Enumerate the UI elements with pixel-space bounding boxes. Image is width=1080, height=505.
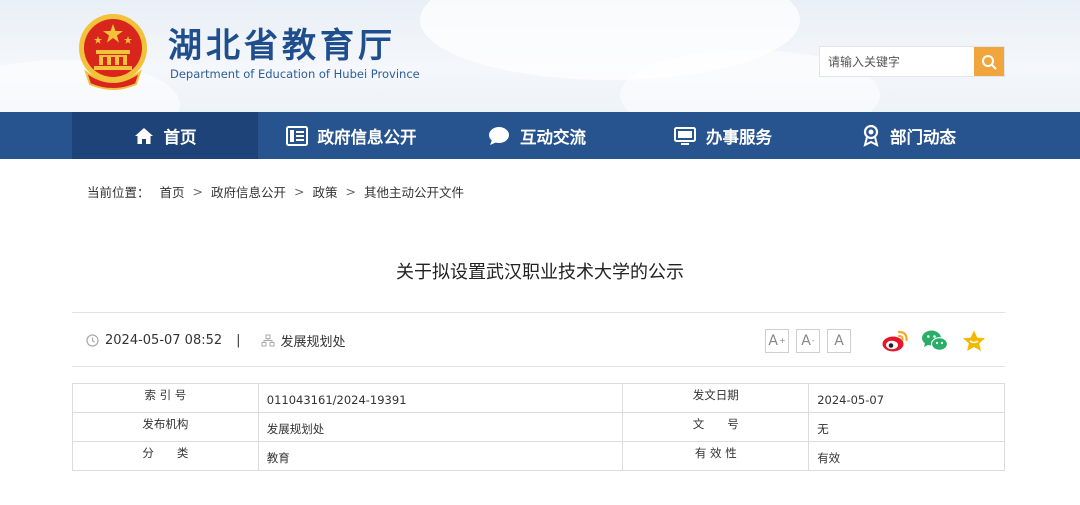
- document-info-table: 索 引 号 011043161/2024-19391 发文日期 2024-05-…: [72, 383, 1005, 471]
- font-size-increase-label: A: [768, 332, 778, 349]
- table-label: 分 类: [72, 441, 259, 471]
- breadcrumb-separator: >: [345, 184, 357, 199]
- nav-item-news[interactable]: 部门动态: [816, 112, 1002, 159]
- table-label: 发文日期: [622, 383, 810, 413]
- nav-item-interaction[interactable]: 互动交流: [444, 112, 630, 159]
- article-meta-bar: 2024-05-07 08:52 | 发展规划处 A + A- A: [72, 312, 1005, 367]
- breadcrumb-separator: >: [192, 184, 204, 199]
- chat-bubble-icon: [489, 126, 509, 145]
- breadcrumb-separator: >: [294, 184, 305, 199]
- breadcrumb: 当前位置： 首页 > 政府信息公开 > 政策 > 其他主动公开文件: [87, 182, 464, 201]
- table-value: 2024-05-07: [808, 383, 1005, 413]
- nav-item-home[interactable]: 首页: [72, 112, 258, 159]
- nav-item-label: 办事服务: [706, 127, 772, 147]
- table-row: 索 引 号 011043161/2024-19391 发文日期 2024-05-…: [72, 383, 1005, 413]
- breadcrumb-item-policy[interactable]: 政策: [313, 182, 338, 201]
- document-list-icon: [285, 125, 308, 146]
- font-size-decrease-label: A: [801, 332, 811, 349]
- table-value: 教育: [257, 441, 624, 471]
- table-value: 无: [808, 412, 1005, 442]
- publish-datetime: 2024-05-07 08:52: [105, 333, 223, 348]
- site-header: 湖北省教育厅 Department of Education of Hubei …: [0, 0, 1080, 112]
- monitor-icon: [674, 126, 696, 145]
- publish-department: 发展规划处: [280, 335, 346, 350]
- table-value: 011043161/2024-19391: [257, 383, 624, 413]
- table-row: 发布机构 发展规划处 文 号 无: [72, 412, 1005, 442]
- share-wechat-button[interactable]: [921, 329, 949, 353]
- table-row: 分 类 教育 有 效 性 有效: [72, 441, 1005, 471]
- nav-item-services[interactable]: 办事服务: [630, 112, 816, 159]
- search-box: [819, 46, 1005, 77]
- nav-item-label: 互动交流: [520, 127, 586, 147]
- share-weibo-button[interactable]: [881, 329, 909, 353]
- table-value: 有效: [808, 441, 1005, 471]
- breadcrumb-item-other-files[interactable]: 其他主动公开文件: [364, 182, 464, 201]
- search-button[interactable]: [974, 47, 1004, 76]
- wechat-icon: [922, 330, 949, 351]
- national-emblem-logo[interactable]: [76, 12, 150, 92]
- weibo-icon: [882, 330, 908, 351]
- font-size-decrease-sign: -: [811, 336, 815, 345]
- font-size-default-button[interactable]: A: [827, 328, 851, 353]
- nav-item-gov-info[interactable]: 政府信息公开: [258, 112, 444, 159]
- main-nav: 首页 政府信息公开 互动交流 办事服务 部门动态: [0, 112, 1080, 159]
- table-label: 发布机构: [72, 412, 259, 442]
- font-size-increase-sign: +: [778, 336, 786, 345]
- org-structure-icon: [261, 334, 275, 347]
- favorite-star-icon: [963, 330, 985, 351]
- home-icon: [134, 127, 153, 144]
- meta-divider: |: [236, 333, 241, 348]
- clock-icon: [86, 334, 99, 347]
- nav-item-label: 首页: [163, 127, 197, 147]
- table-label: 有 效 性: [622, 441, 810, 471]
- table-value: 发展规划处: [257, 412, 624, 442]
- breadcrumb-item-home[interactable]: 首页: [160, 182, 185, 201]
- breadcrumb-prefix: 当前位置：: [87, 185, 150, 200]
- font-size-decrease-button[interactable]: A-: [796, 328, 820, 353]
- site-title: 湖北省教育厅: [168, 26, 396, 66]
- search-input[interactable]: [820, 47, 974, 76]
- font-size-increase-button[interactable]: A +: [765, 328, 789, 353]
- breadcrumb-item-gov-info[interactable]: 政府信息公开: [211, 182, 286, 201]
- add-favorite-button[interactable]: [961, 329, 987, 353]
- site-subtitle: Department of Education of Hubei Provinc…: [170, 67, 420, 81]
- table-label: 文 号: [622, 412, 810, 442]
- award-icon: [863, 124, 879, 147]
- font-size-default-label: A: [834, 332, 844, 349]
- article-title: 关于拟设置武汉职业技术大学的公示: [396, 262, 684, 283]
- search-icon: [982, 54, 997, 69]
- nav-item-label: 政府信息公开: [317, 127, 417, 147]
- table-label: 索 引 号: [72, 383, 259, 413]
- nav-item-label: 部门动态: [890, 127, 956, 147]
